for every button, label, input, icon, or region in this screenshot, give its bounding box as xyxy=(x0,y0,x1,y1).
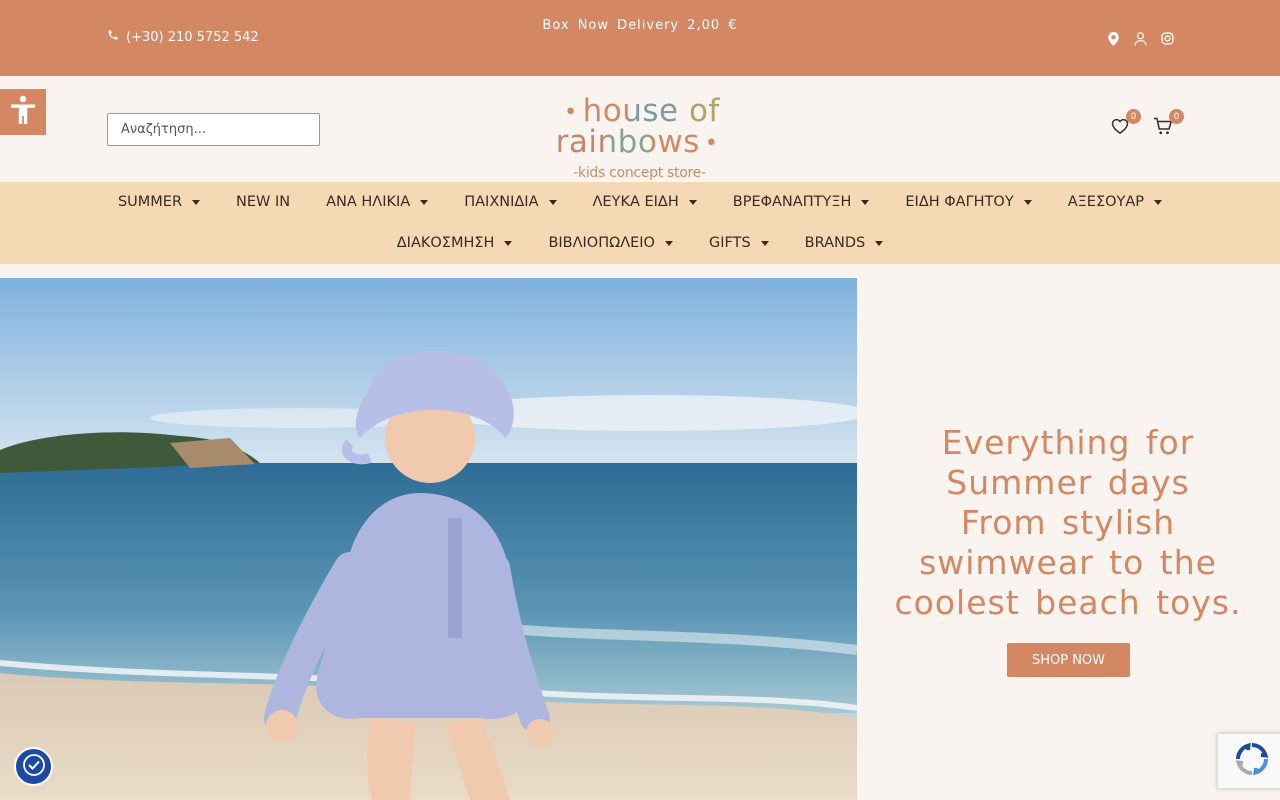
logo-wordmark: • house of rainbows • xyxy=(555,93,720,160)
accessibility-icon xyxy=(9,95,37,129)
hero-headline: Everything for Summer days From stylish … xyxy=(868,423,1268,623)
caret-down-icon xyxy=(1154,199,1163,205)
cart-button[interactable]: 0 xyxy=(1152,109,1184,139)
nav-label: ΠΑΙΧΝΙΔΙΑ xyxy=(464,194,539,210)
nav-label: ΑΝΑ ΗΛΙΚΙΑ xyxy=(326,194,411,210)
caret-down-icon xyxy=(420,199,429,205)
location-icon[interactable] xyxy=(1107,31,1120,46)
hero-headline-line-1: Everything for Summer days xyxy=(941,423,1195,502)
caret-down-icon xyxy=(875,240,884,246)
nav-item-brands[interactable]: BRANDS xyxy=(805,235,884,251)
nav-item-baby-development[interactable]: ΒΡΕΦΑΝΑΠΤΥΞΗ xyxy=(733,194,870,210)
hero-headline-line-2: From stylish swimwear to the coolest bea… xyxy=(894,503,1242,622)
hero-image[interactable] xyxy=(0,278,857,800)
promo-text: Box Now Delivery 2,00 € xyxy=(542,18,738,33)
caret-down-icon xyxy=(192,199,201,205)
beach-photo-illustration xyxy=(0,278,857,800)
nav-item-gifts[interactable]: GIFTS xyxy=(709,235,769,251)
nav-item-toys[interactable]: ΠΑΙΧΝΙΔΙΑ xyxy=(464,194,557,210)
caret-down-icon xyxy=(548,199,557,205)
nav-label: ΑΞΕΣΟΥΑΡ xyxy=(1067,194,1145,210)
main-navigation: SUMMER NEW IN ΑΝΑ ΗΛΙΚΙΑ ΠΑΙΧΝΙΔΙΑ ΛΕΥΚΑ… xyxy=(0,182,1280,264)
nav-item-decoration[interactable]: ΔΙΑΚΟΣΜΗΣΗ xyxy=(397,235,513,251)
nav-item-accessories[interactable]: ΑΞΕΣΟΥΑΡ xyxy=(1067,194,1163,210)
top-bar: (+30) 210 5752 542 Box Now Delivery 2,00… xyxy=(0,0,1280,76)
recaptcha-icon xyxy=(1235,742,1269,780)
cart-count-badge: 0 xyxy=(1169,109,1184,124)
site-header: •house of rainbows• -kids concept store-… xyxy=(0,76,1280,182)
logo-main-text: house of rainbows xyxy=(555,93,720,160)
caret-down-icon xyxy=(664,240,673,246)
nav-item-bookstore[interactable]: ΒΙΒΛΙΟΠΩΛΕΙΟ xyxy=(548,235,673,251)
nav-item-by-age[interactable]: ΑΝΑ ΗΛΙΚΙΑ xyxy=(326,194,429,210)
shield-check-icon xyxy=(22,753,46,781)
caret-down-icon xyxy=(760,240,769,246)
caret-down-icon xyxy=(504,240,513,246)
heart-icon xyxy=(1111,118,1129,138)
nav-label: SUMMER xyxy=(117,194,183,210)
wishlist-count-badge: 0 xyxy=(1126,109,1141,124)
nav-item-feeding[interactable]: ΕΙΔΗ ΦΑΓΗΤΟΥ xyxy=(905,194,1032,210)
recaptcha-badge[interactable] xyxy=(1217,733,1280,789)
site-logo[interactable]: • house of rainbows • -kids concept store- xyxy=(497,93,782,182)
wishlist-button[interactable]: 0 xyxy=(1109,109,1141,139)
nav-label: ΒΙΒΛΙΟΠΩΛΕΙΟ xyxy=(548,235,655,251)
nav-label: BRANDS xyxy=(804,235,866,251)
caret-down-icon xyxy=(688,199,697,205)
nav-label: ΒΡΕΦΑΝΑΠΤΥΞΗ xyxy=(732,194,852,210)
nav-label: ΔΙΑΚΟΣΜΗΣΗ xyxy=(396,235,495,251)
accessibility-button[interactable] xyxy=(0,89,46,135)
nav-label: GIFTS xyxy=(708,235,751,251)
logo-subtitle: -kids concept store- xyxy=(573,165,706,181)
user-icon[interactable] xyxy=(1134,31,1147,46)
nav-item-linens[interactable]: ΛΕΥΚΑ ΕΙΔΗ xyxy=(593,194,697,210)
nav-item-new-in[interactable]: NEW IN xyxy=(236,194,290,210)
search-input[interactable] xyxy=(107,113,320,146)
cookie-consent-button[interactable] xyxy=(14,747,53,786)
hero-text-panel: Everything for Summer days From stylish … xyxy=(858,278,1280,800)
nav-item-summer[interactable]: SUMMER xyxy=(117,194,201,210)
nav-row-2: ΔΙΑΚΟΣΜΗΣΗ ΒΙΒΛΙΟΠΩΛΕΙΟ GIFTS BRANDS xyxy=(0,235,1280,251)
nav-label: NEW IN xyxy=(236,194,291,210)
shop-now-button[interactable]: SHOP NOW xyxy=(1007,643,1130,677)
caret-down-icon xyxy=(1023,199,1032,205)
nav-label: ΕΙΔΗ ΦΑΓΗΤΟΥ xyxy=(905,194,1014,210)
nav-row-1: SUMMER NEW IN ΑΝΑ ΗΛΙΚΙΑ ΠΑΙΧΝΙΔΙΑ ΛΕΥΚΑ… xyxy=(0,194,1280,210)
instagram-icon[interactable] xyxy=(1161,31,1174,46)
caret-down-icon xyxy=(861,199,870,205)
nav-label: ΛΕΥΚΑ ΕΙΔΗ xyxy=(592,194,679,210)
